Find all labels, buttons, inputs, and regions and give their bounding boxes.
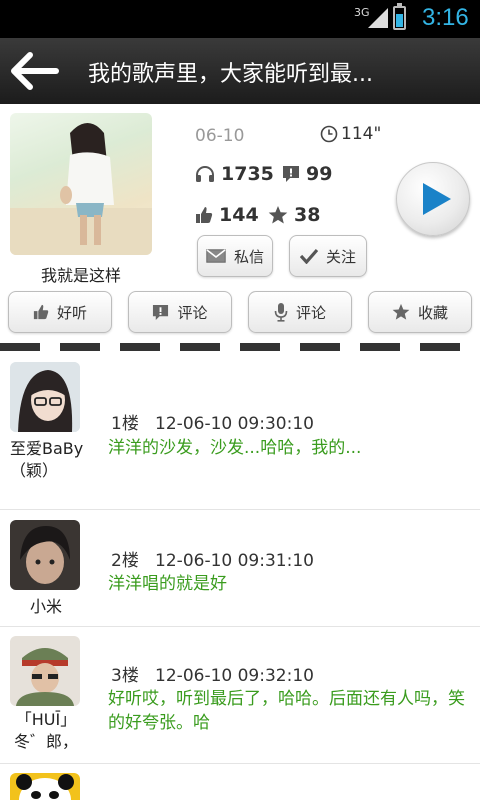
star-icon (268, 206, 288, 224)
clock: 3:16 (422, 4, 469, 31)
battery-icon (393, 3, 406, 30)
listen-count: 1735 (195, 163, 274, 185)
comment-meta: 1楼 12-06-10 09:30:10 (111, 409, 314, 434)
signal-icon (368, 8, 388, 28)
comment-item[interactable]: 「HUĪ」冬゛郎， 3楼 12-06-10 09:32:10 好听哎，听到最后了… (0, 627, 480, 764)
comment-floor: 3楼 (111, 666, 139, 686)
favorite-button[interactable]: 收藏 (368, 291, 472, 333)
thumbs-up-icon (196, 207, 213, 223)
like-button-label: 好听 (56, 303, 87, 322)
follow-button[interactable]: 关注 (289, 235, 367, 277)
comment-item[interactable]: 至爱BaBy（颖） 1楼 12-06-10 09:30:10 洋洋的沙发，沙发.… (0, 352, 480, 510)
private-message-label: 私信 (233, 247, 264, 266)
user-avatar[interactable] (10, 362, 80, 432)
duration: 114" (320, 124, 381, 144)
upload-date: 06-10 (195, 126, 245, 146)
duration-value: 114" (341, 124, 382, 144)
follow-label: 关注 (325, 247, 356, 266)
comment-meta: 2楼 12-06-10 09:31:10 (111, 546, 314, 571)
back-arrow-icon (11, 52, 59, 90)
like-button[interactable]: 好听 (8, 291, 112, 333)
avatar-photo (10, 362, 80, 432)
user-avatar[interactable] (10, 773, 80, 800)
listen-count-value: 1735 (221, 163, 274, 185)
comment-item[interactable] (0, 764, 480, 800)
girl-photo-illustration (10, 123, 152, 255)
singer-name: 我就是这样 (40, 266, 121, 285)
avatar-photo (10, 520, 80, 590)
comment-meta: 3楼 12-06-10 09:32:10 (111, 661, 314, 686)
star-icon (392, 303, 410, 320)
comment-time: 12-06-10 09:30:10 (155, 414, 314, 434)
play-button[interactable] (396, 162, 470, 236)
comment-button-label: 评论 (177, 303, 208, 322)
comment-icon (153, 304, 169, 320)
comment-icon (283, 166, 299, 182)
song-cover-image[interactable] (10, 113, 152, 255)
title-bar: 我的歌声里，大家能听到最... (0, 38, 480, 104)
user-avatar[interactable] (10, 636, 80, 706)
microphone-icon (274, 303, 288, 322)
private-message-button[interactable]: 私信 (197, 235, 273, 277)
clock-icon (320, 125, 338, 143)
voice-comment-button[interactable]: 评论 (248, 291, 352, 333)
comment-user-name: 小米 (29, 597, 62, 616)
comment-time: 12-06-10 09:32:10 (155, 666, 314, 686)
like-count: 144 (195, 204, 259, 226)
panda-avatar-photo (10, 773, 80, 800)
favorite-count: 38 (268, 204, 320, 226)
like-count-value: 144 (219, 204, 259, 226)
thumbs-up-icon (33, 304, 49, 320)
checkmark-icon (299, 248, 318, 264)
comment-item[interactable]: 小米 2楼 12-06-10 09:31:10 洋洋唱的就是好 (0, 510, 480, 627)
headphones-icon (196, 166, 214, 182)
comment-count-value: 99 (306, 163, 333, 185)
dashed-divider (0, 343, 480, 351)
comment-time: 12-06-10 09:31:10 (155, 551, 314, 571)
comment-text: 洋洋的沙发，沙发...哈哈，我的... (108, 438, 362, 458)
back-button[interactable] (10, 52, 60, 90)
user-avatar[interactable] (10, 520, 80, 590)
comment-text: 好听哎，听到最后了，哈哈。后面还有人吗，笑的好夸张。哈 (108, 689, 465, 733)
play-icon (423, 183, 451, 215)
comment-count: 99 (282, 163, 332, 185)
comment-user-name: 至爱BaBy（颖） (10, 439, 84, 480)
page-title: 我的歌声里，大家能听到最... (88, 62, 373, 87)
comment-floor: 2楼 (111, 551, 139, 571)
favorite-button-label: 收藏 (417, 303, 448, 322)
comment-button[interactable]: 评论 (128, 291, 232, 333)
voice-comment-button-label: 评论 (295, 303, 326, 322)
comment-text: 洋洋唱的就是好 (108, 574, 227, 594)
status-bar: 3G 3:16 (0, 0, 480, 38)
favorite-count-value: 38 (294, 204, 321, 226)
avatar-photo (10, 636, 80, 706)
comment-user-name: 「HUĪ」冬゛郎， (13, 710, 78, 751)
comment-floor: 1楼 (111, 414, 139, 434)
envelope-icon (206, 249, 226, 263)
